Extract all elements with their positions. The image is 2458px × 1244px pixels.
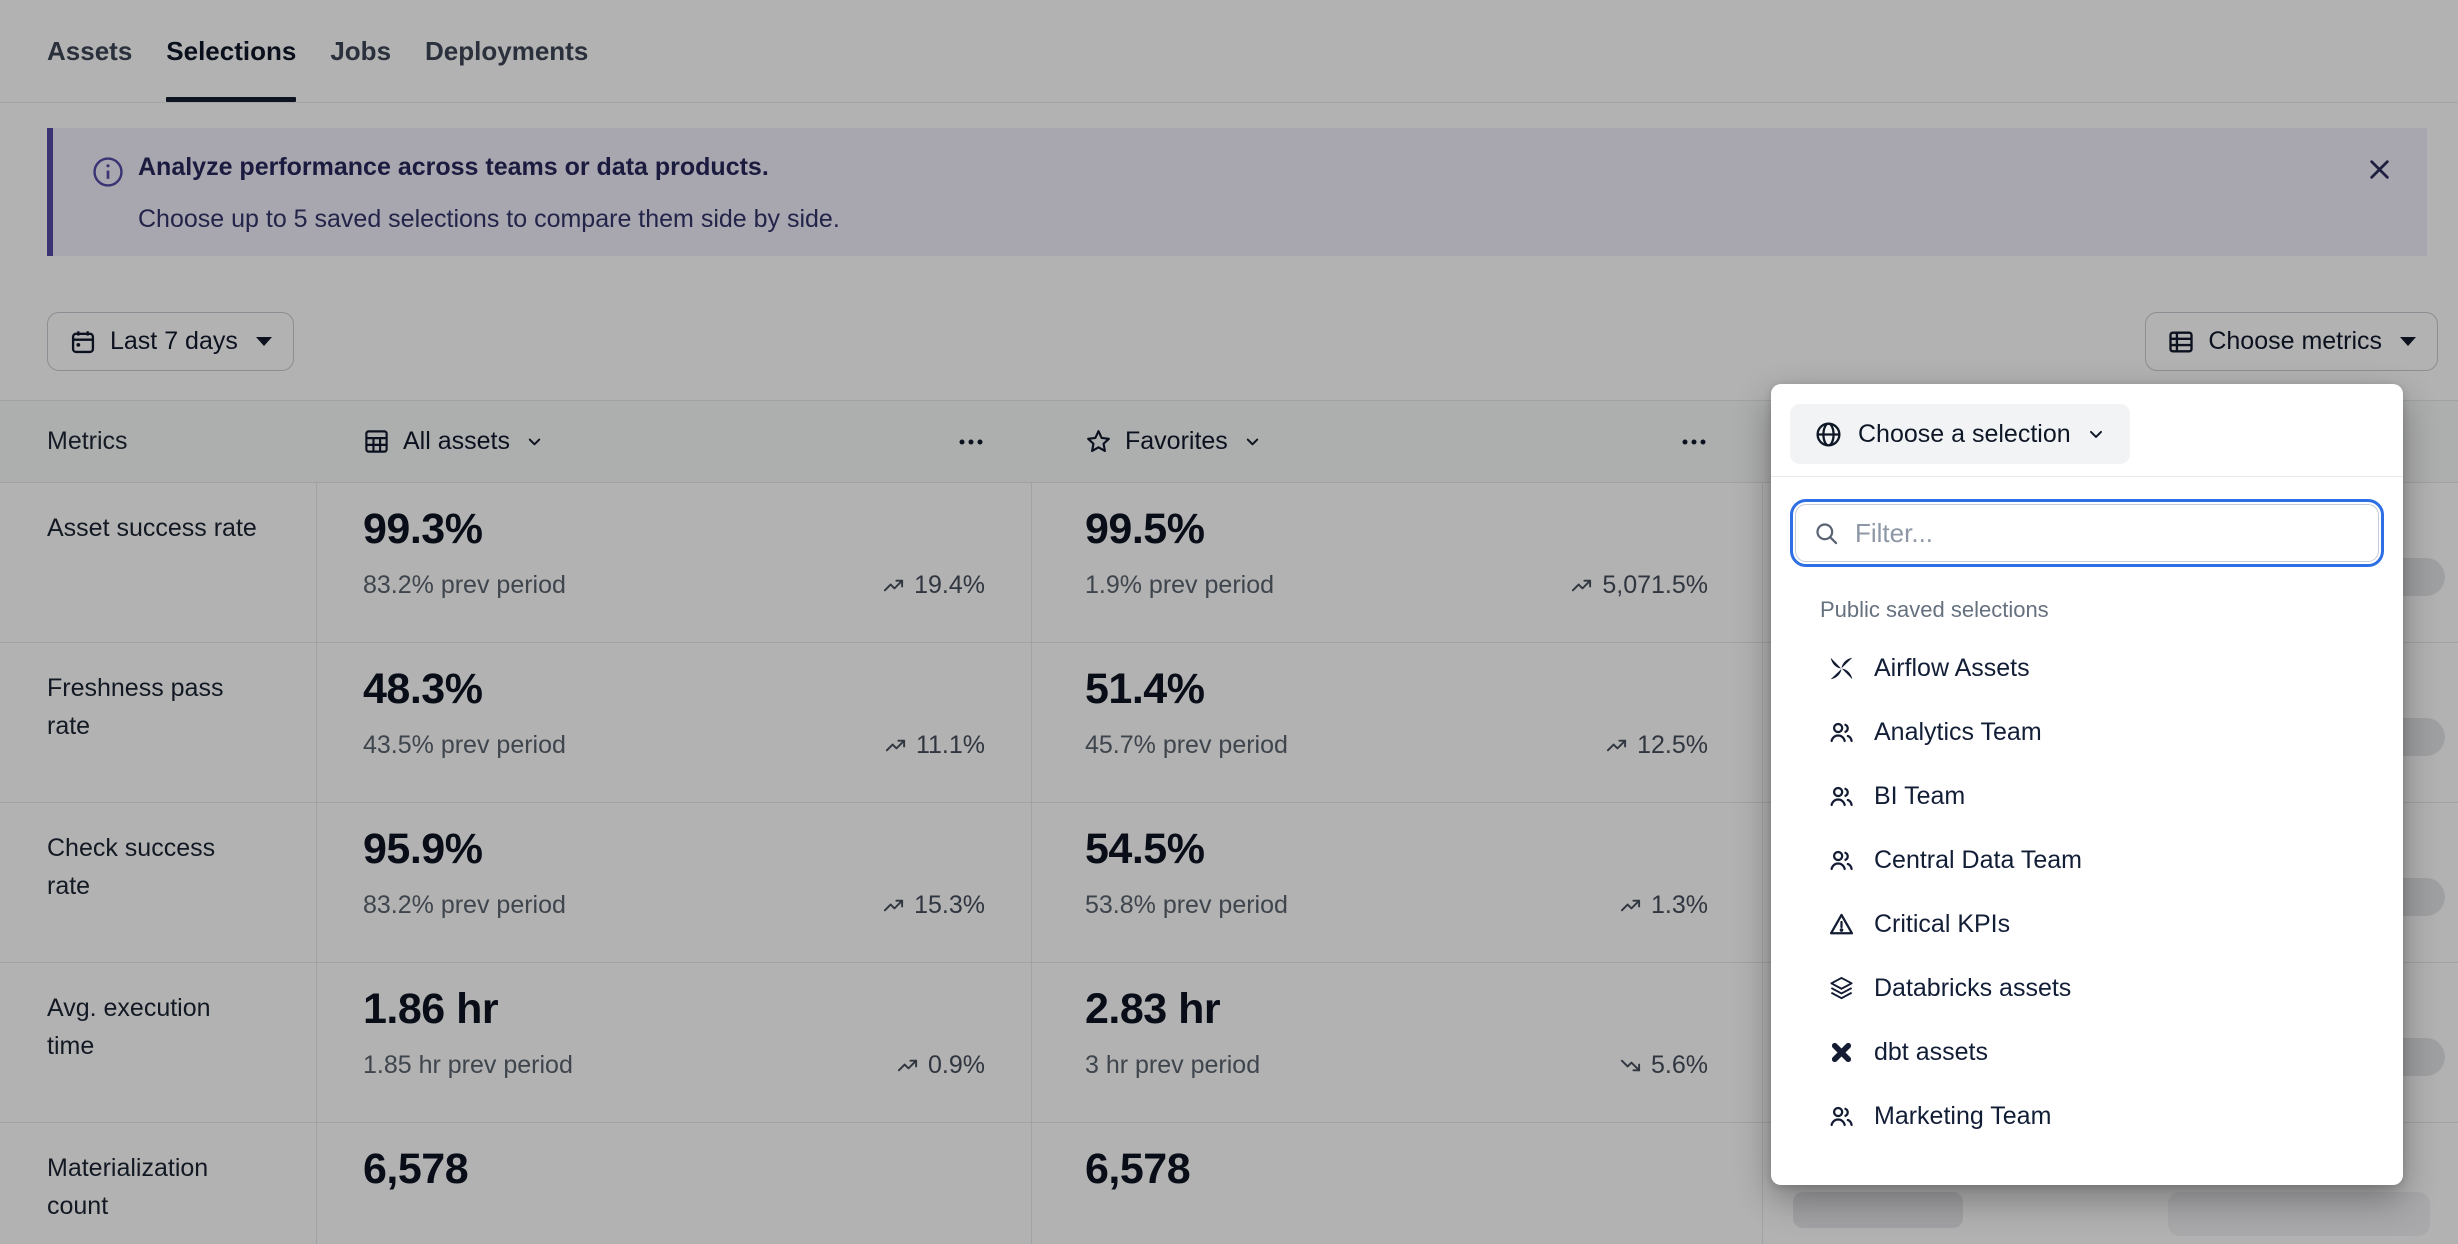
- filter-field: [1795, 504, 2379, 562]
- list-item-analytics-team[interactable]: Analytics Team: [1771, 700, 2403, 764]
- list-item-marketing-team[interactable]: Marketing Team: [1771, 1084, 2403, 1148]
- list-item-central-data-team[interactable]: Central Data Team: [1771, 828, 2403, 892]
- list-item-label: Critical KPIs: [1874, 910, 2010, 939]
- list-item-airflow-assets[interactable]: Airflow Assets: [1771, 636, 2403, 700]
- list-item-label: Airflow Assets: [1874, 654, 2030, 683]
- users-icon: [1828, 847, 1855, 874]
- filter-input[interactable]: [1855, 518, 2361, 549]
- search-icon: [1813, 520, 1840, 547]
- list-item-dbt-assets[interactable]: dbt assets: [1771, 1020, 2403, 1084]
- group-label: Public saved selections: [1820, 597, 2403, 623]
- list-item-label: Databricks assets: [1874, 974, 2071, 1003]
- trigger-label: Choose a selection: [1858, 420, 2071, 449]
- airflow-icon: [1828, 655, 1855, 682]
- warning-icon: [1828, 911, 1855, 938]
- list-item-label: Marketing Team: [1874, 1102, 2051, 1131]
- list-item-label: Analytics Team: [1874, 718, 2042, 747]
- list-item-databricks-assets[interactable]: Databricks assets: [1771, 956, 2403, 1020]
- choose-selection-trigger[interactable]: Choose a selection: [1790, 404, 2130, 464]
- layers-icon: [1828, 975, 1855, 1002]
- filter-focus-ring: [1790, 499, 2384, 567]
- choose-selection-panel: Choose a selection Public saved selectio…: [1771, 384, 2403, 1185]
- users-icon: [1828, 783, 1855, 810]
- list-item-bi-team[interactable]: BI Team: [1771, 764, 2403, 828]
- dbt-icon: [1828, 1039, 1855, 1066]
- chevron-down-icon: [2086, 424, 2106, 444]
- panel-header: Choose a selection: [1771, 384, 2403, 477]
- selection-list: Airflow Assets Analytics Team: [1771, 636, 2403, 1148]
- list-item-label: dbt assets: [1874, 1038, 1988, 1067]
- insights-page: Assets Selections Jobs Deployments Analy…: [0, 0, 2458, 1244]
- list-item-critical-kpis[interactable]: Critical KPIs: [1771, 892, 2403, 956]
- users-icon: [1828, 719, 1855, 746]
- users-icon: [1828, 1103, 1855, 1130]
- list-item-label: Central Data Team: [1874, 846, 2082, 875]
- globe-icon: [1814, 420, 1843, 449]
- list-item-label: BI Team: [1874, 782, 1965, 811]
